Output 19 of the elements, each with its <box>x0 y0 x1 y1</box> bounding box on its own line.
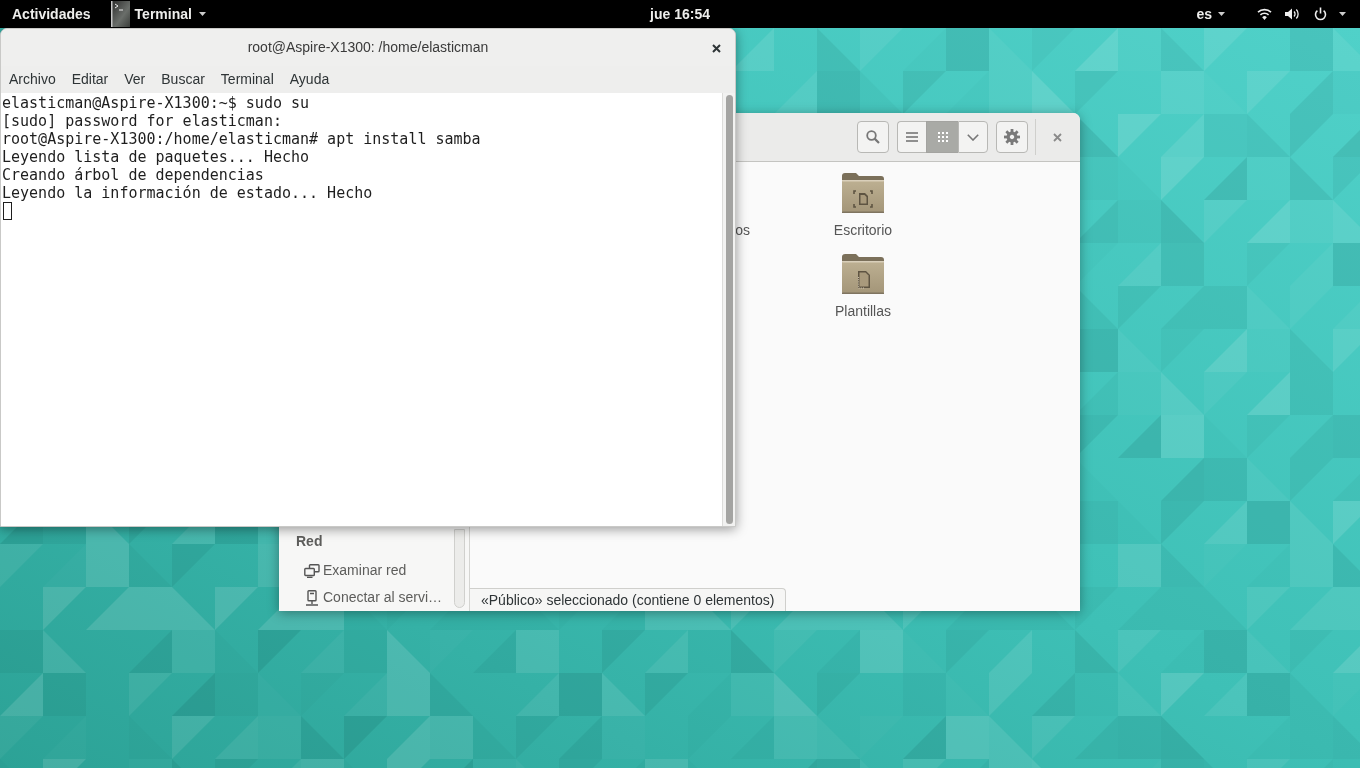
volume-icon[interactable] <box>1285 8 1300 20</box>
wifi-icon[interactable] <box>1257 8 1272 20</box>
clock[interactable]: jue 16:54 <box>644 0 716 28</box>
sidebar-heading: Red <box>296 532 323 551</box>
caret-icon[interactable] <box>1339 12 1346 16</box>
input-source-menu[interactable]: es <box>1196 0 1225 28</box>
terminal-output-line: Creando árbol de dependencias <box>2 166 264 184</box>
terminal-output-line: root@Aspire-X1300:/home/elasticman# apt install samba <box>2 130 481 148</box>
terminal-output-line: Leyendo la información de estado... Hecho <box>2 184 373 202</box>
caret-icon <box>1218 12 1225 16</box>
power-icon[interactable] <box>1314 7 1327 21</box>
caret-icon <box>198 12 206 16</box>
window-title: root@Aspire-X1300: /home/elasticman <box>247 38 489 57</box>
app-menu[interactable]: Terminal <box>110 0 206 28</box>
terminal-output-line: Leyendo lista de paquetes... Hecho <box>2 148 310 166</box>
activities-button[interactable]: Actividades <box>0 0 111 28</box>
terminal-output-line: elasticman@Aspire-X1300:~$ sudo su <box>2 94 310 112</box>
terminal-output-line: [sudo] password for elasticman: <box>2 112 282 130</box>
status-message: «Público» seleccionado (contiene 0 elementos) <box>470 588 787 611</box>
